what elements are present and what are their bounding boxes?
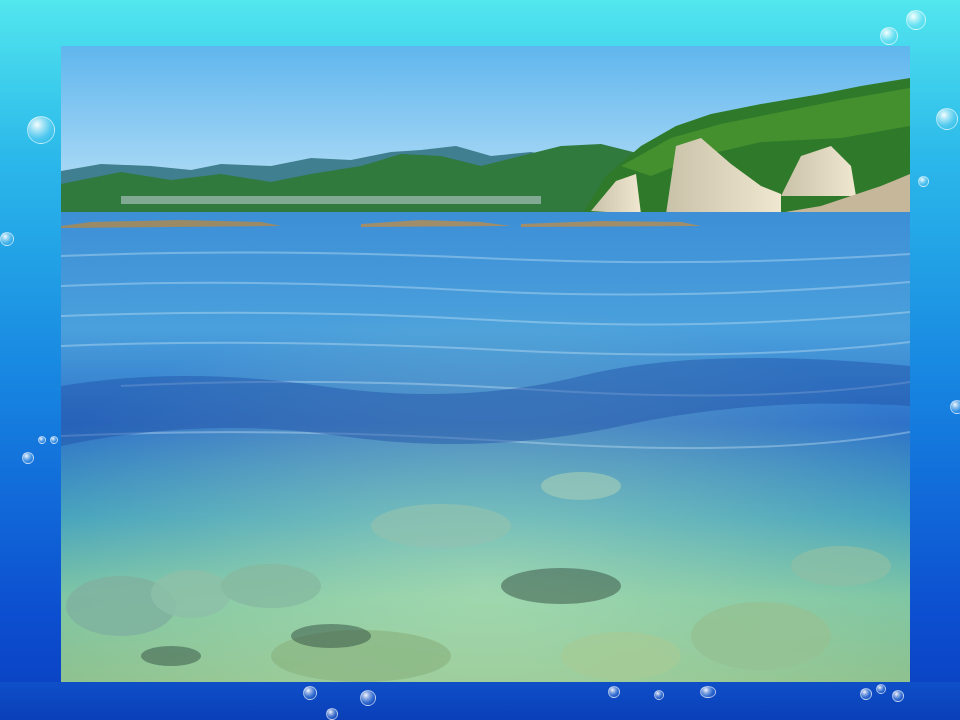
bubble <box>860 688 872 700</box>
bubble <box>326 708 338 720</box>
town-strip <box>121 196 541 204</box>
bubble <box>936 108 958 130</box>
bubble <box>880 27 898 45</box>
bubble <box>906 10 926 30</box>
bubble <box>50 436 58 444</box>
bubble <box>38 436 46 444</box>
bubble <box>303 686 317 700</box>
bubble <box>22 452 34 464</box>
seascape-photo <box>61 46 910 682</box>
bottom-water-band <box>0 682 960 720</box>
bubble <box>608 686 620 698</box>
bubble <box>0 232 14 246</box>
bubble <box>892 690 904 702</box>
bubble <box>918 176 929 187</box>
bubble <box>27 116 55 144</box>
bubble <box>876 684 886 694</box>
bubble <box>360 690 376 706</box>
bubble <box>700 686 716 698</box>
seascape-illustration <box>61 46 910 682</box>
bubble <box>654 690 664 700</box>
bubble <box>950 400 960 414</box>
